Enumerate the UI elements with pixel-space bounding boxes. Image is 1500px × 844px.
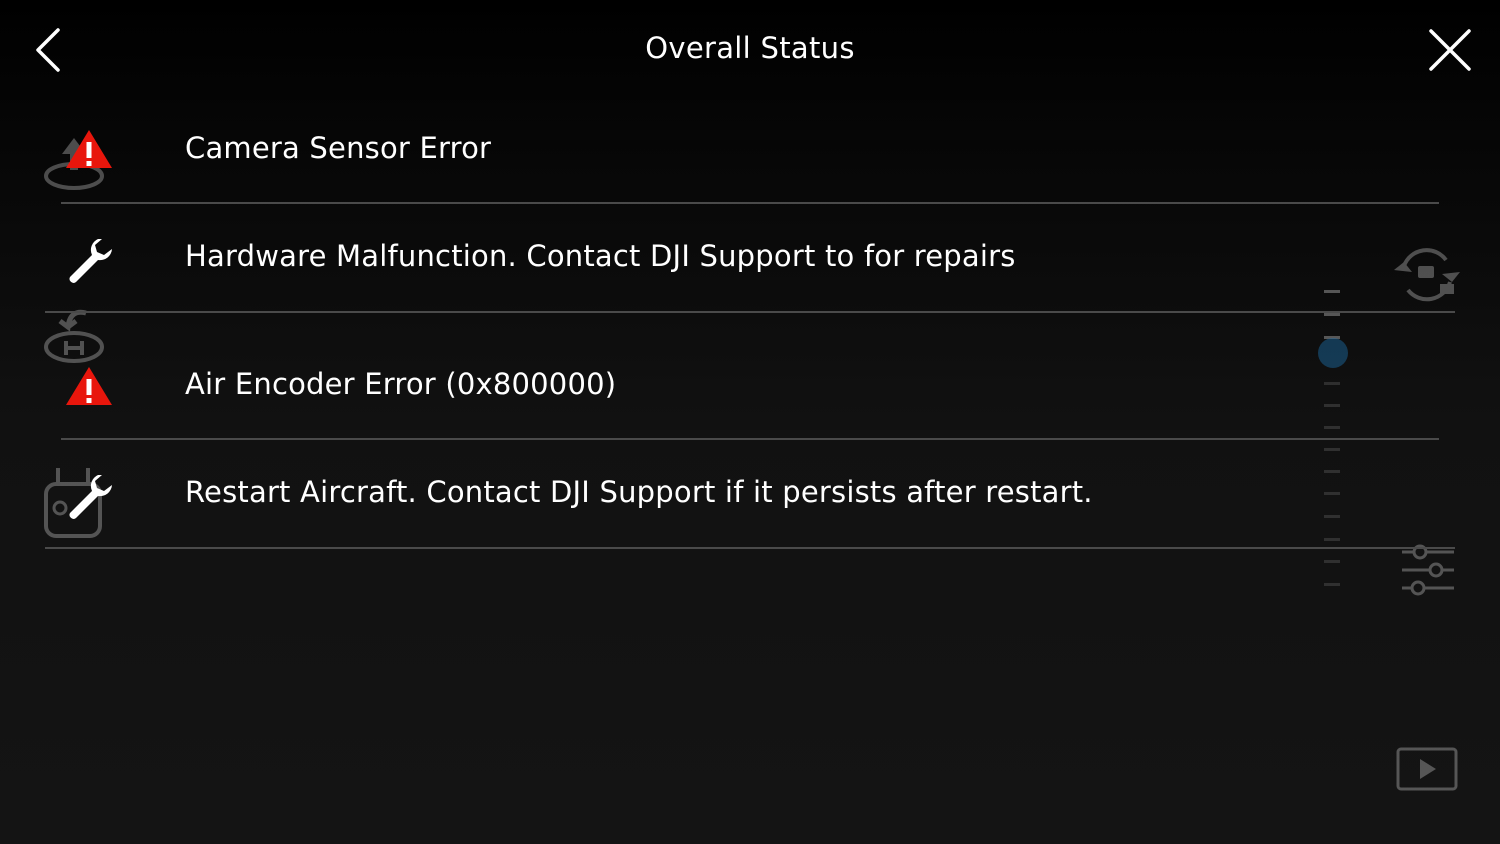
status-item-text: Hardware Malfunction. Contact DJI Suppor… (185, 239, 1016, 273)
status-item: Camera Sensor Error (0, 100, 1500, 204)
wrench-icon (69, 239, 112, 283)
status-item: Hardware Malfunction. Contact DJI Suppor… (0, 204, 1500, 312)
page-title: Overall Status (645, 31, 855, 65)
header-bar: Overall Status (0, 0, 1500, 100)
status-item-text: Camera Sensor Error (185, 131, 492, 165)
status-item-text: Restart Aircraft. Contact DJI Support if… (185, 475, 1093, 509)
close-icon (1429, 29, 1471, 71)
warning-triangle-icon (66, 367, 112, 405)
status-item-text: Air Encoder Error (0x800000) (185, 367, 617, 401)
divider (45, 547, 1455, 549)
close-button[interactable] (1426, 26, 1474, 74)
wrench-icon (69, 475, 112, 519)
status-item: Restart Aircraft. Contact DJI Support if… (0, 440, 1500, 548)
overall-status-screen: Overall Status Camera Sensor Error Hardw… (0, 0, 1500, 844)
warning-triangle-icon (66, 130, 112, 168)
status-item: Air Encoder Error (0x800000) (0, 313, 1500, 439)
